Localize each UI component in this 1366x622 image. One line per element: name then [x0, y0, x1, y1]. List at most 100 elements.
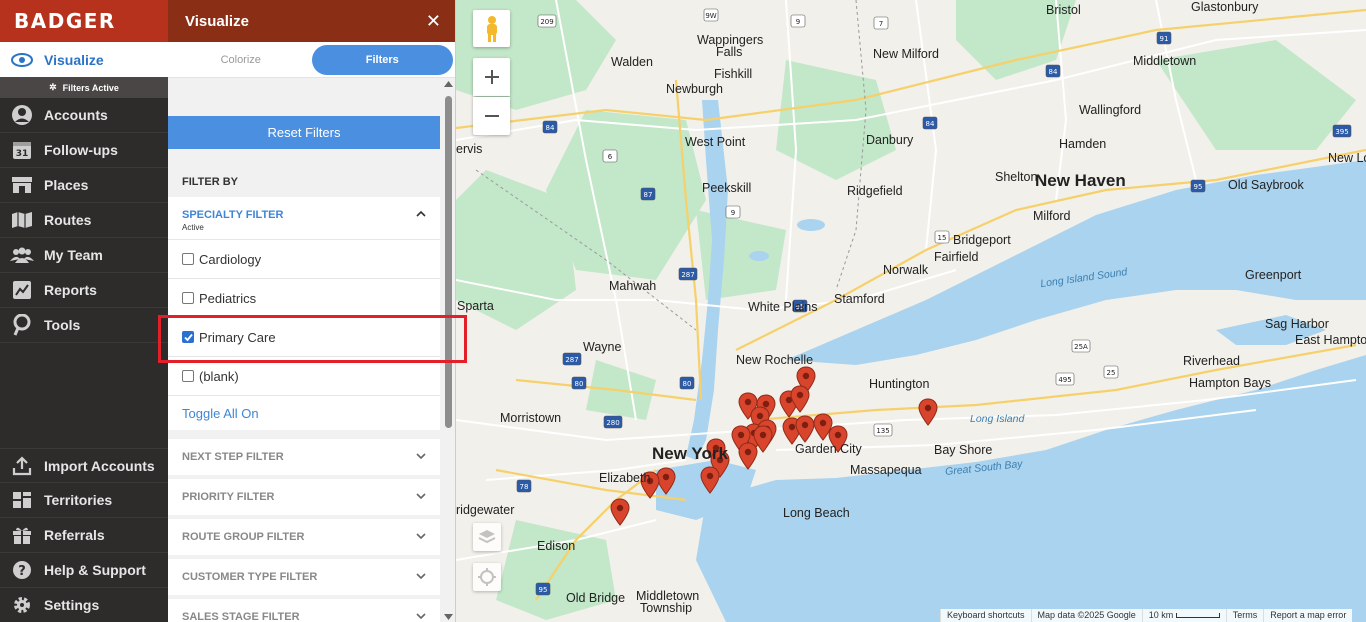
filters-scroll-area[interactable]: Reset Filters FILTER BY SPECIALTY FILTER…	[168, 78, 440, 622]
map-place-label: Huntington	[869, 377, 930, 391]
nav-item-accounts[interactable]: Accounts	[0, 98, 168, 133]
route-shield-label: 95	[539, 586, 548, 594]
map-place-label: Bay Shore	[934, 443, 993, 457]
tab-filters[interactable]: Filters	[311, 44, 453, 75]
my-location-button[interactable]	[473, 563, 501, 591]
map-place-label: Morristown	[500, 411, 562, 425]
nav-item-places[interactable]: Places	[0, 168, 168, 203]
filters-active-label: Filters Active	[62, 82, 119, 93]
option-blank[interactable]: (blank)	[168, 357, 440, 396]
map-place-label: Falls	[716, 45, 743, 59]
chevron-up-icon[interactable]	[416, 209, 426, 219]
route-shield: 395	[1332, 124, 1352, 138]
map-place-label: New Lon	[1328, 151, 1366, 165]
panel-scrollbar[interactable]	[442, 80, 454, 622]
route-shield-label: 80	[683, 380, 692, 388]
tab-colorize[interactable]: Colorize	[170, 45, 312, 75]
option-pediatrics[interactable]: Pediatrics	[168, 279, 440, 318]
nav-label: Visualize	[44, 51, 104, 68]
street-view-button[interactable]	[473, 10, 510, 47]
nav-item-visualize[interactable]: Visualize	[0, 42, 168, 77]
nav-bottom: Import Accounts Territories Referrals ? …	[0, 448, 168, 622]
map-place-label: Hampton Bays	[1189, 376, 1271, 390]
nav-item-reports[interactable]: Reports	[0, 273, 168, 308]
checkbox[interactable]	[182, 370, 194, 382]
route-shield-label: 84	[1049, 68, 1058, 76]
nav-item-tools[interactable]: Tools	[0, 308, 168, 343]
scroll-thumb[interactable]	[445, 96, 452, 428]
map-marker-pin[interactable]	[918, 398, 938, 426]
zoom-out-button[interactable]	[473, 97, 510, 135]
option-primary-care[interactable]: Primary Care	[168, 318, 440, 357]
reset-filters-button[interactable]: Reset Filters	[168, 116, 440, 149]
map-marker-pin[interactable]	[738, 442, 758, 470]
report-map-error-link[interactable]: Report a map error	[1263, 609, 1352, 622]
option-label: (blank)	[199, 368, 239, 384]
priority-filter[interactable]: PRIORITY FILTER	[168, 479, 440, 515]
route-shield: 9W	[703, 8, 719, 22]
option-cardiology[interactable]: Cardiology	[168, 240, 440, 279]
checkbox[interactable]	[182, 253, 194, 265]
panel-tabs: Colorize Filters	[168, 42, 455, 78]
map-marker-pin[interactable]	[610, 498, 630, 526]
map-place-label: Sag Harbor	[1265, 317, 1329, 331]
map-marker-pin[interactable]	[795, 415, 815, 443]
route-shield-label: 80	[575, 380, 584, 388]
route-shield-label: 9W	[705, 12, 716, 20]
route-shield: 7	[873, 16, 889, 30]
marker-dot	[788, 423, 796, 431]
terms-link[interactable]: Terms	[1225, 609, 1264, 622]
route-shield: 25A	[1071, 339, 1091, 353]
route-group-filter[interactable]: ROUTE GROUP FILTER	[168, 519, 440, 555]
nav-item-my-team[interactable]: My Team	[0, 238, 168, 273]
marker-dot	[801, 421, 809, 429]
checkbox[interactable]	[182, 292, 194, 304]
map-place-label: ervis	[456, 142, 483, 156]
plus-icon	[484, 70, 499, 84]
nav-item-help-support[interactable]: ? Help & Support	[0, 553, 168, 588]
checkbox-checked[interactable]	[182, 331, 194, 343]
nav-label: Follow-ups	[44, 142, 118, 158]
close-button[interactable]: ✕	[426, 12, 441, 30]
keyboard-shortcuts-link[interactable]: Keyboard shortcuts	[940, 609, 1031, 622]
scroll-up-arrow-icon[interactable]	[444, 80, 453, 88]
customer-type-filter[interactable]: CUSTOMER TYPE FILTER	[168, 559, 440, 595]
map-canvas[interactable]: 209 9W 9 7 91 84 84 84 6 395 87 9 95 15 287 95 287 80 80 25…	[456, 0, 1366, 622]
route-shield-label: 87	[644, 191, 653, 199]
scale-bar: 10 km	[1141, 609, 1226, 622]
layers-button[interactable]	[473, 523, 501, 551]
marker-dot	[762, 400, 770, 408]
scroll-down-arrow-icon[interactable]	[444, 613, 453, 621]
nav-item-import-accounts[interactable]: Import Accounts	[0, 448, 168, 483]
calendar-icon: 31	[10, 139, 34, 161]
route-shield-label: 7	[879, 20, 883, 28]
option-label: Cardiology	[199, 251, 262, 267]
zoom-in-button[interactable]	[473, 58, 510, 96]
nav-item-territories[interactable]: Territories	[0, 483, 168, 518]
map-place-label: Walden	[611, 55, 653, 69]
brand-logo[interactable]: BADGER	[0, 0, 168, 42]
nav-item-routes[interactable]: Routes	[0, 203, 168, 238]
map-place-label: ridgewater	[456, 503, 515, 517]
map-place-label: Elizabeth	[599, 471, 651, 485]
next-step-filter[interactable]: NEXT STEP FILTER	[168, 439, 440, 475]
nav-item-settings[interactable]: Settings	[0, 588, 168, 622]
sales-stage-filter[interactable]: SALES STAGE FILTER	[168, 599, 440, 622]
route-shield-label: 91	[1160, 35, 1169, 43]
svg-text:?: ?	[18, 564, 26, 579]
nav-item-follow-ups[interactable]: 31 Follow-ups	[0, 133, 168, 168]
map-place-label: New Haven	[1035, 171, 1126, 190]
toggle-all-link[interactable]: Toggle All On	[182, 406, 259, 421]
map-view[interactable]: 209 9W 9 7 91 84 84 84 6 395 87 9 95 15 287 95 287 80 80 25…	[456, 0, 1366, 622]
specialty-filter-header[interactable]: SPECIALTY FILTER Active	[168, 197, 440, 240]
nav-label: Import Accounts	[44, 457, 155, 474]
nav-label: Help & Support	[44, 562, 146, 578]
map-place-label: Riverhead	[1183, 354, 1240, 368]
map-place-label: Stamford	[834, 292, 885, 306]
nav-item-referrals[interactable]: Referrals	[0, 518, 168, 553]
map-place-label: Fishkill	[714, 67, 753, 81]
map-place-label: Middletown	[1133, 54, 1197, 68]
map-place-label: Bridgeport	[953, 233, 1011, 247]
map-place-label: New Rochelle	[736, 353, 814, 367]
map-place-label: Norwalk	[883, 263, 929, 277]
